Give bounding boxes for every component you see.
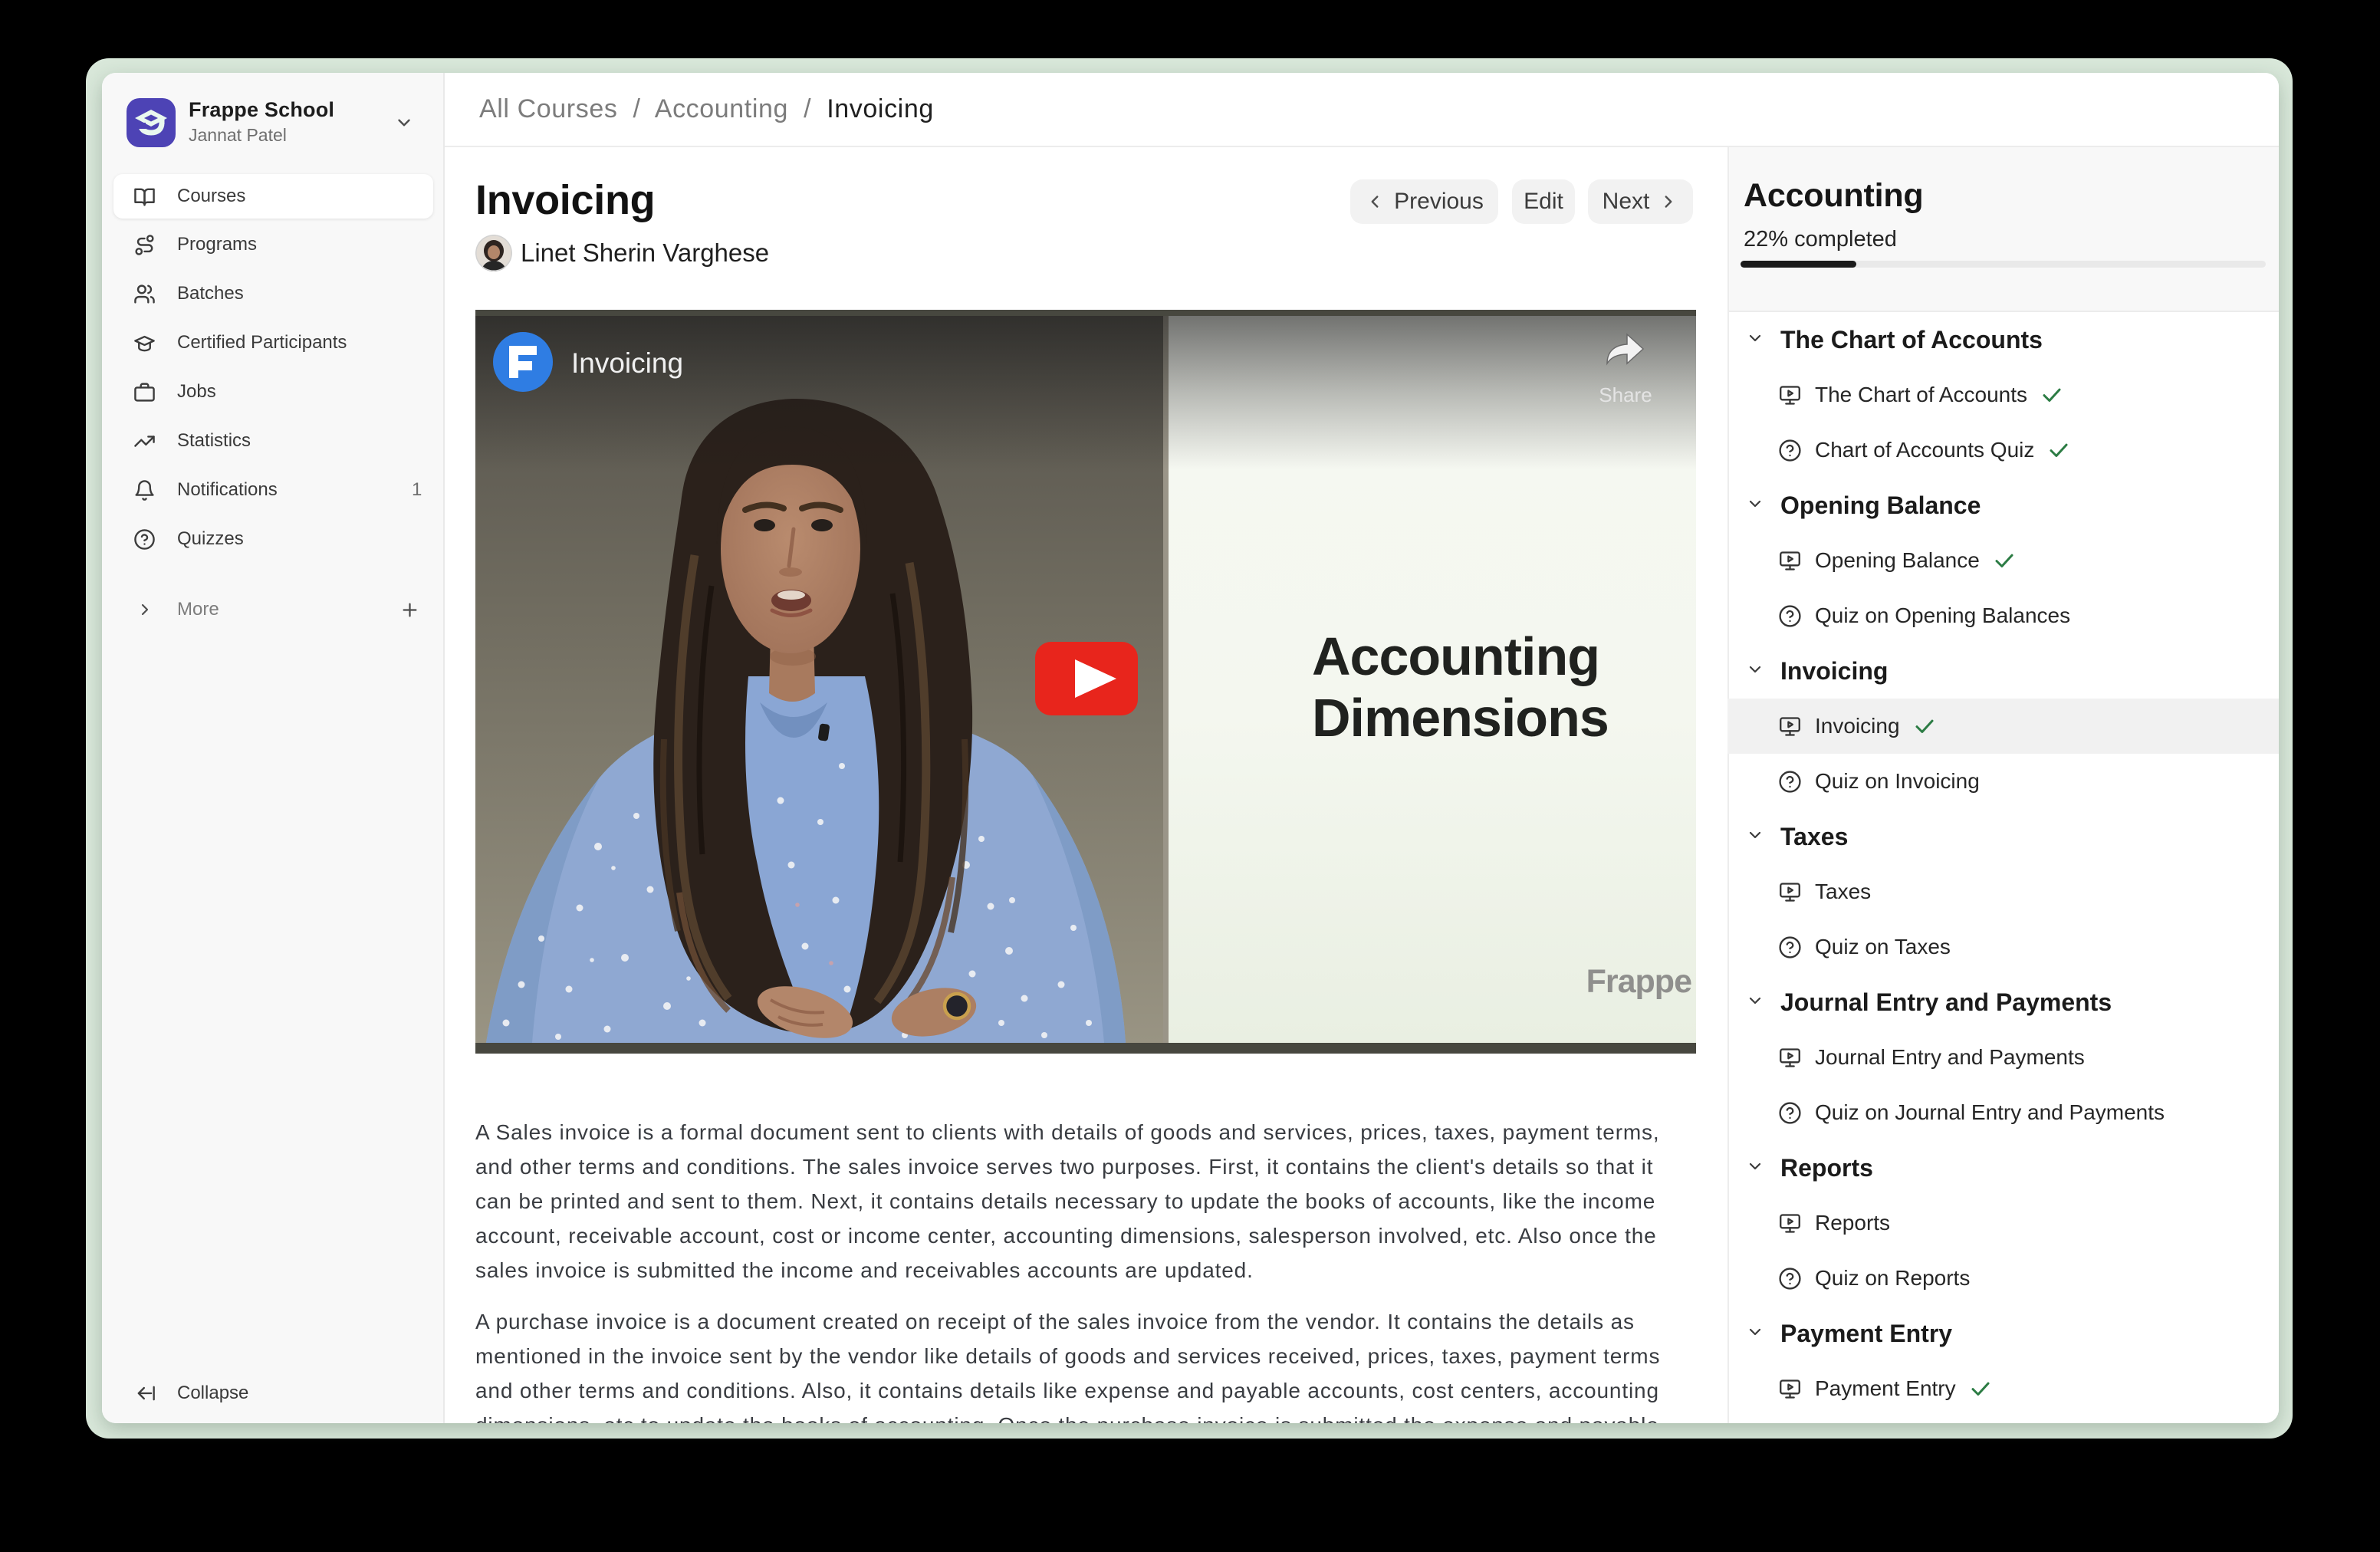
svg-text:Frappe: Frappe — [1586, 963, 1691, 1000]
svg-text:Share: Share — [1599, 383, 1652, 406]
svg-text:Dimensions: Dimensions — [1312, 688, 1609, 748]
svg-text:Invoicing: Invoicing — [571, 347, 683, 379]
svg-text:Accounting: Accounting — [1312, 626, 1599, 686]
